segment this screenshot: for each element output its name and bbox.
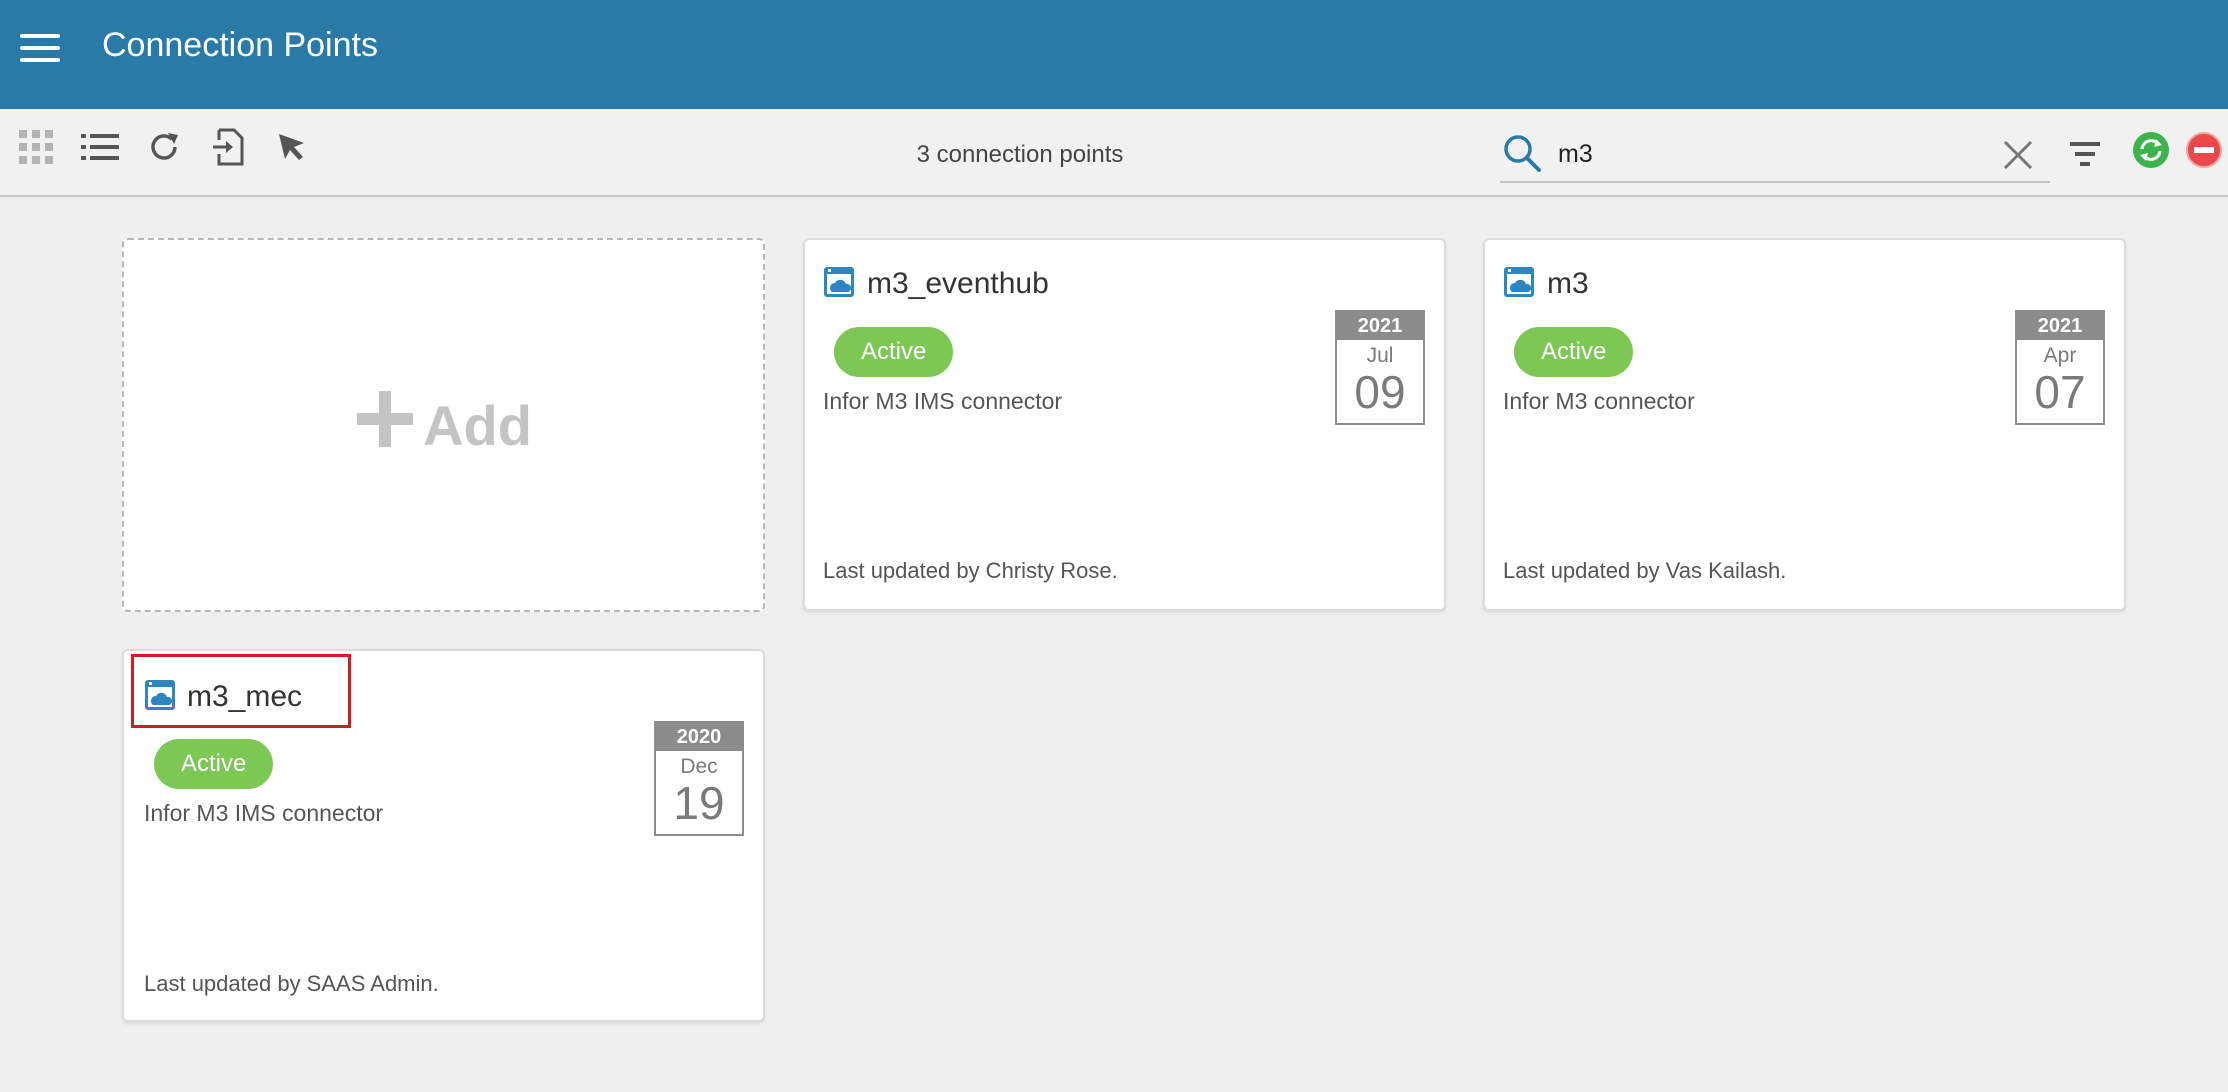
date-year: 2021 (1337, 312, 1423, 340)
hamburger-menu-icon[interactable] (20, 34, 60, 66)
refresh-icon[interactable] (141, 124, 187, 170)
clear-icon[interactable] (2002, 139, 2034, 171)
status-badge: Active (1514, 327, 1634, 377)
date-month: Dec (680, 755, 718, 778)
date-calendar: 2021 Jul 09 (1335, 310, 1425, 425)
sync-icon[interactable] (2132, 131, 2170, 169)
date-year: 2020 (656, 723, 742, 751)
date-calendar: 2020 Dec 19 (654, 721, 744, 836)
filter-icon[interactable] (2068, 139, 2102, 169)
connection-name[interactable]: m3 (1547, 267, 1589, 301)
list-view-icon[interactable] (77, 124, 123, 170)
cursor-select-icon[interactable] (269, 124, 315, 170)
date-calendar: 2021 Apr 07 (2015, 310, 2105, 425)
connection-name[interactable]: m3_eventhub (867, 267, 1049, 301)
toolbar: 3 connection points (0, 109, 2228, 197)
status-badge: Active (154, 739, 274, 789)
add-label: Add (423, 393, 532, 457)
search-icon[interactable] (1502, 133, 1542, 173)
page-title: Connection Points (102, 26, 378, 64)
status-badge: Active (834, 327, 954, 377)
date-day: 19 (673, 777, 725, 829)
connection-card-m3[interactable]: m3 Active Infor M3 connector 2021 Apr 07… (1483, 238, 2126, 611)
cloud-window-icon (1503, 266, 1535, 298)
stop-icon[interactable] (2185, 131, 2223, 169)
cloud-window-icon (144, 679, 176, 711)
connection-description: Infor M3 IMS connector (144, 800, 384, 826)
last-updated-text: Last updated by SAAS Admin. (144, 971, 439, 996)
date-month: Jul (1366, 344, 1394, 367)
date-month: Apr (2043, 344, 2077, 367)
connection-card-m3-eventhub[interactable]: m3_eventhub Active Infor M3 IMS connecto… (803, 238, 1446, 611)
search-input[interactable] (1558, 135, 1978, 173)
cloud-window-icon (823, 266, 855, 298)
plus-icon (355, 389, 415, 461)
connection-card-m3-mec[interactable]: m3_mec Active Infor M3 IMS connector 202… (122, 649, 765, 1022)
date-year: 2021 (2017, 312, 2103, 340)
connection-count: 3 connection points (916, 141, 1124, 168)
connection-description: Infor M3 IMS connector (823, 388, 1063, 414)
import-icon[interactable] (205, 124, 251, 170)
last-updated-text: Last updated by Vas Kailash. (1503, 558, 1787, 583)
connection-description: Infor M3 connector (1503, 388, 1695, 414)
add-connection-card[interactable]: Add (122, 238, 765, 612)
app-header: Connection Points (0, 0, 2228, 109)
grid-view-icon[interactable] (13, 124, 59, 170)
search-bar (1500, 127, 2050, 183)
date-day: 07 (2034, 366, 2086, 418)
last-updated-text: Last updated by Christy Rose. (823, 558, 1118, 583)
date-day: 09 (1354, 366, 1406, 418)
connection-name[interactable]: m3_mec (187, 680, 302, 714)
